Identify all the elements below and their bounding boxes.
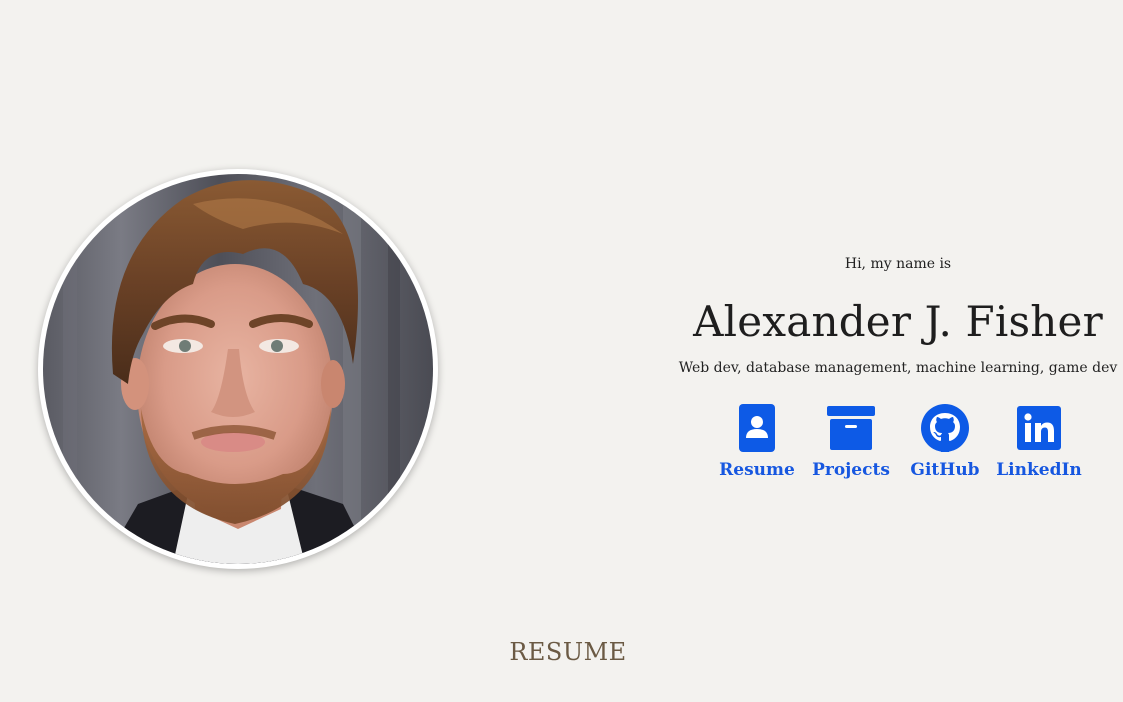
contact-card-icon — [733, 404, 781, 452]
linkedin-link[interactable]: LinkedIn — [992, 404, 1086, 494]
linkedin-icon — [1015, 404, 1063, 452]
page: Hi, my name is Alexander J. Fisher Web d… — [0, 0, 1123, 702]
tagline-text: Web dev, database management, machine le… — [678, 360, 1118, 376]
github-icon — [921, 404, 969, 452]
resume-link[interactable]: Resume — [710, 404, 804, 494]
projects-link-label: Projects — [812, 460, 890, 480]
resume-link-label: Resume — [719, 460, 795, 480]
profile-photo-image — [43, 174, 433, 564]
profile-photo — [43, 174, 433, 564]
resume-section-heading: RESUME — [509, 638, 627, 666]
github-link-label: GitHub — [910, 460, 980, 480]
projects-link[interactable]: Projects — [804, 404, 898, 494]
greeting-text: Hi, my name is — [844, 256, 952, 272]
archive-box-icon — [827, 404, 875, 452]
profile-photo-frame — [38, 169, 438, 569]
linkedin-link-label: LinkedIn — [996, 460, 1082, 480]
github-link[interactable]: GitHub — [898, 404, 992, 494]
social-links: Resume Projects GitHub LinkedIn — [710, 404, 1086, 494]
page-title: Alexander J. Fisher — [693, 297, 1103, 346]
